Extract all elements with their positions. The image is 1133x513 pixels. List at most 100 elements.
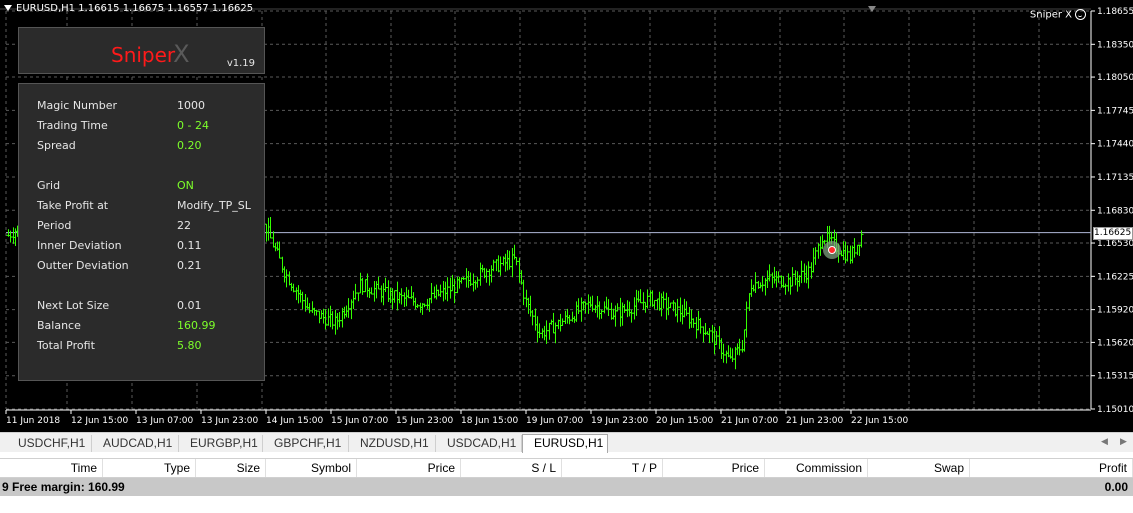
column-header[interactable]: Profit xyxy=(970,459,1133,477)
column-header[interactable]: T / P xyxy=(562,459,663,477)
panel-row-label: Trading Time xyxy=(37,119,108,132)
ea-info-panel: Magic Number 1000 Trading Time 0 - 24 Spread… xyxy=(18,83,265,381)
panel-row-label: Grid xyxy=(37,179,61,192)
panel-row-value: 0 - 24 xyxy=(177,119,209,132)
panel-row-value: Modify_TP_SL xyxy=(177,199,251,212)
ea-logo: SniperX xyxy=(111,40,190,68)
current-price-tag: 1.16625 xyxy=(1093,226,1133,240)
time-label: 18 Jun 15:00 xyxy=(461,416,518,426)
panel-row-label: Total Profit xyxy=(37,339,95,352)
total-profit-value: 0.00 xyxy=(1104,480,1128,494)
panel-row-label: Outter Deviation xyxy=(37,259,129,272)
column-header[interactable]: Price xyxy=(357,459,461,477)
logo-main-text: Sniper xyxy=(111,43,176,67)
time-label: 15 Jun 07:00 xyxy=(331,416,388,426)
panel-row: Magic Number 1000 xyxy=(37,99,262,115)
panel-row-value: ON xyxy=(177,179,194,192)
free-margin-text: 9 Free margin: 160.99 xyxy=(2,480,125,494)
tab-usdchf-h1[interactable]: USDCHF,H1 xyxy=(7,435,92,452)
time-label: 21 Jun 23:00 xyxy=(786,416,843,426)
time-label: 13 Jun 23:00 xyxy=(201,416,258,426)
price-label: 1.16530 xyxy=(1097,239,1133,249)
trade-marker-dot xyxy=(828,246,836,254)
panel-row-value: 1000 xyxy=(177,99,205,112)
price-label: 1.18350 xyxy=(1097,40,1133,50)
tab-eurusd-h1[interactable]: EURUSD,H1 xyxy=(522,434,608,453)
panel-row-label: Take Profit at xyxy=(37,199,109,212)
panel-row: Take Profit at Modify_TP_SL xyxy=(37,199,262,215)
price-label: 1.18655 xyxy=(1097,7,1133,17)
price-label: 1.16225 xyxy=(1097,272,1133,282)
panel-row: Outter Deviation 0.21 xyxy=(37,259,262,275)
price-label: 1.17440 xyxy=(1097,140,1133,150)
time-label: 13 Jun 07:00 xyxy=(136,416,193,426)
panel-row: Inner Deviation 0.11 xyxy=(37,239,262,255)
panel-row-label: Period xyxy=(37,219,72,232)
ea-title-panel: SniperX v1.19 xyxy=(18,27,265,74)
chart-tabs: ◀ ▶ USDCHF,H1 AUDCAD,H1 EURGBP,H1 GBPCHF,H1… xyxy=(0,432,1133,453)
panel-row-value: 5.80 xyxy=(177,339,202,352)
time-label: 20 Jun 15:00 xyxy=(656,416,713,426)
price-label: 1.18050 xyxy=(1097,73,1133,83)
panel-row: Spread 0.20 xyxy=(37,139,262,155)
panel-row-value: 160.99 xyxy=(177,319,216,332)
ea-version: v1.19 xyxy=(226,58,255,69)
chart-title-text: EURUSD,H1 1.16615 1.16675 1.16557 1.1662… xyxy=(16,3,254,14)
panel-row-label: Spread xyxy=(37,139,76,152)
panel-row-value: 0.11 xyxy=(177,239,202,252)
column-header[interactable]: Commission xyxy=(765,459,868,477)
time-label: 19 Jun 23:00 xyxy=(591,416,648,426)
panel-row: Balance 160.99 xyxy=(37,319,262,335)
time-label: 21 Jun 07:00 xyxy=(721,416,778,426)
time-label: 12 Jun 15:00 xyxy=(71,416,128,426)
time-label: 11 Jun 2018 xyxy=(6,416,60,426)
tab-audcad-h1[interactable]: AUDCAD,H1 xyxy=(92,435,179,452)
time-label: 22 Jun 15:00 xyxy=(851,416,908,426)
column-header[interactable]: S / L xyxy=(461,459,562,477)
price-label: 1.16830 xyxy=(1097,206,1133,216)
price-label: 1.15315 xyxy=(1097,372,1133,382)
panel-row-label: Magic Number xyxy=(37,99,118,112)
price-label: 1.15620 xyxy=(1097,338,1133,348)
tab-scroll-left-icon[interactable]: ◀ xyxy=(1101,436,1108,447)
tab-nzdusd-h1[interactable]: NZDUSD,H1 xyxy=(349,435,436,452)
column-header[interactable]: Time xyxy=(0,459,103,477)
expert-advisor-label[interactable]: Sniper X xyxy=(1030,9,1086,21)
tab-gbpchf-h1[interactable]: GBPCHF,H1 xyxy=(263,435,349,452)
price-label: 1.17745 xyxy=(1097,106,1133,116)
panel-row: Grid ON xyxy=(37,179,262,195)
expert-advisor-name: Sniper X xyxy=(1029,9,1072,21)
column-header[interactable]: Size xyxy=(196,459,266,477)
chart-menu-icon[interactable] xyxy=(4,5,12,11)
panel-row: Next Lot Size 0.01 xyxy=(37,299,262,315)
time-label: 19 Jun 07:00 xyxy=(526,416,583,426)
panel-row-value: 0.20 xyxy=(177,139,202,152)
time-label: 14 Jun 15:00 xyxy=(266,416,323,426)
terminal-header: Time Type Size Symbol Price S / LT / P Price Co… xyxy=(0,458,1133,478)
price-label: 1.15010 xyxy=(1097,405,1133,415)
panel-row-label: Inner Deviation xyxy=(37,239,122,252)
chart-title: EURUSD,H1 1.16615 1.16675 1.16557 1.1662… xyxy=(4,3,253,14)
logo-x-text: X xyxy=(173,40,190,68)
panel-row: Period 22 xyxy=(37,219,262,235)
time-label: 15 Jun 23:00 xyxy=(396,416,453,426)
panel-row-value: 22 xyxy=(177,219,191,232)
tab-scroll-right-icon[interactable]: ▶ xyxy=(1120,436,1127,447)
price-label: 1.15920 xyxy=(1097,306,1133,316)
smiley-icon xyxy=(1075,9,1086,20)
panel-row-value: 0.01 xyxy=(177,299,202,312)
panel-row-value: 0.21 xyxy=(177,259,202,272)
column-header[interactable]: Type xyxy=(103,459,196,477)
column-header[interactable]: Symbol xyxy=(266,459,357,477)
column-header[interactable]: Swap xyxy=(868,459,970,477)
panel-row: Trading Time 0 - 24 xyxy=(37,119,262,135)
tab-eurgbp-h1[interactable]: EURGBP,H1 xyxy=(179,435,263,452)
price-label: 1.17135 xyxy=(1097,173,1133,183)
terminal-summary-row[interactable]: 9 Free margin: 160.99 0.00 xyxy=(0,478,1133,496)
panel-row-label: Balance xyxy=(37,319,81,332)
tab-usdcad-h1[interactable]: USDCAD,H1 xyxy=(436,435,522,452)
column-header[interactable]: Price xyxy=(663,459,765,477)
chart-area[interactable]: 1.18655 1.18350 1.18050 1.17745 1.17440 1.171… xyxy=(0,0,1133,432)
panel-row: Total Profit 5.80 xyxy=(37,339,262,355)
panel-row-label: Next Lot Size xyxy=(37,299,110,312)
